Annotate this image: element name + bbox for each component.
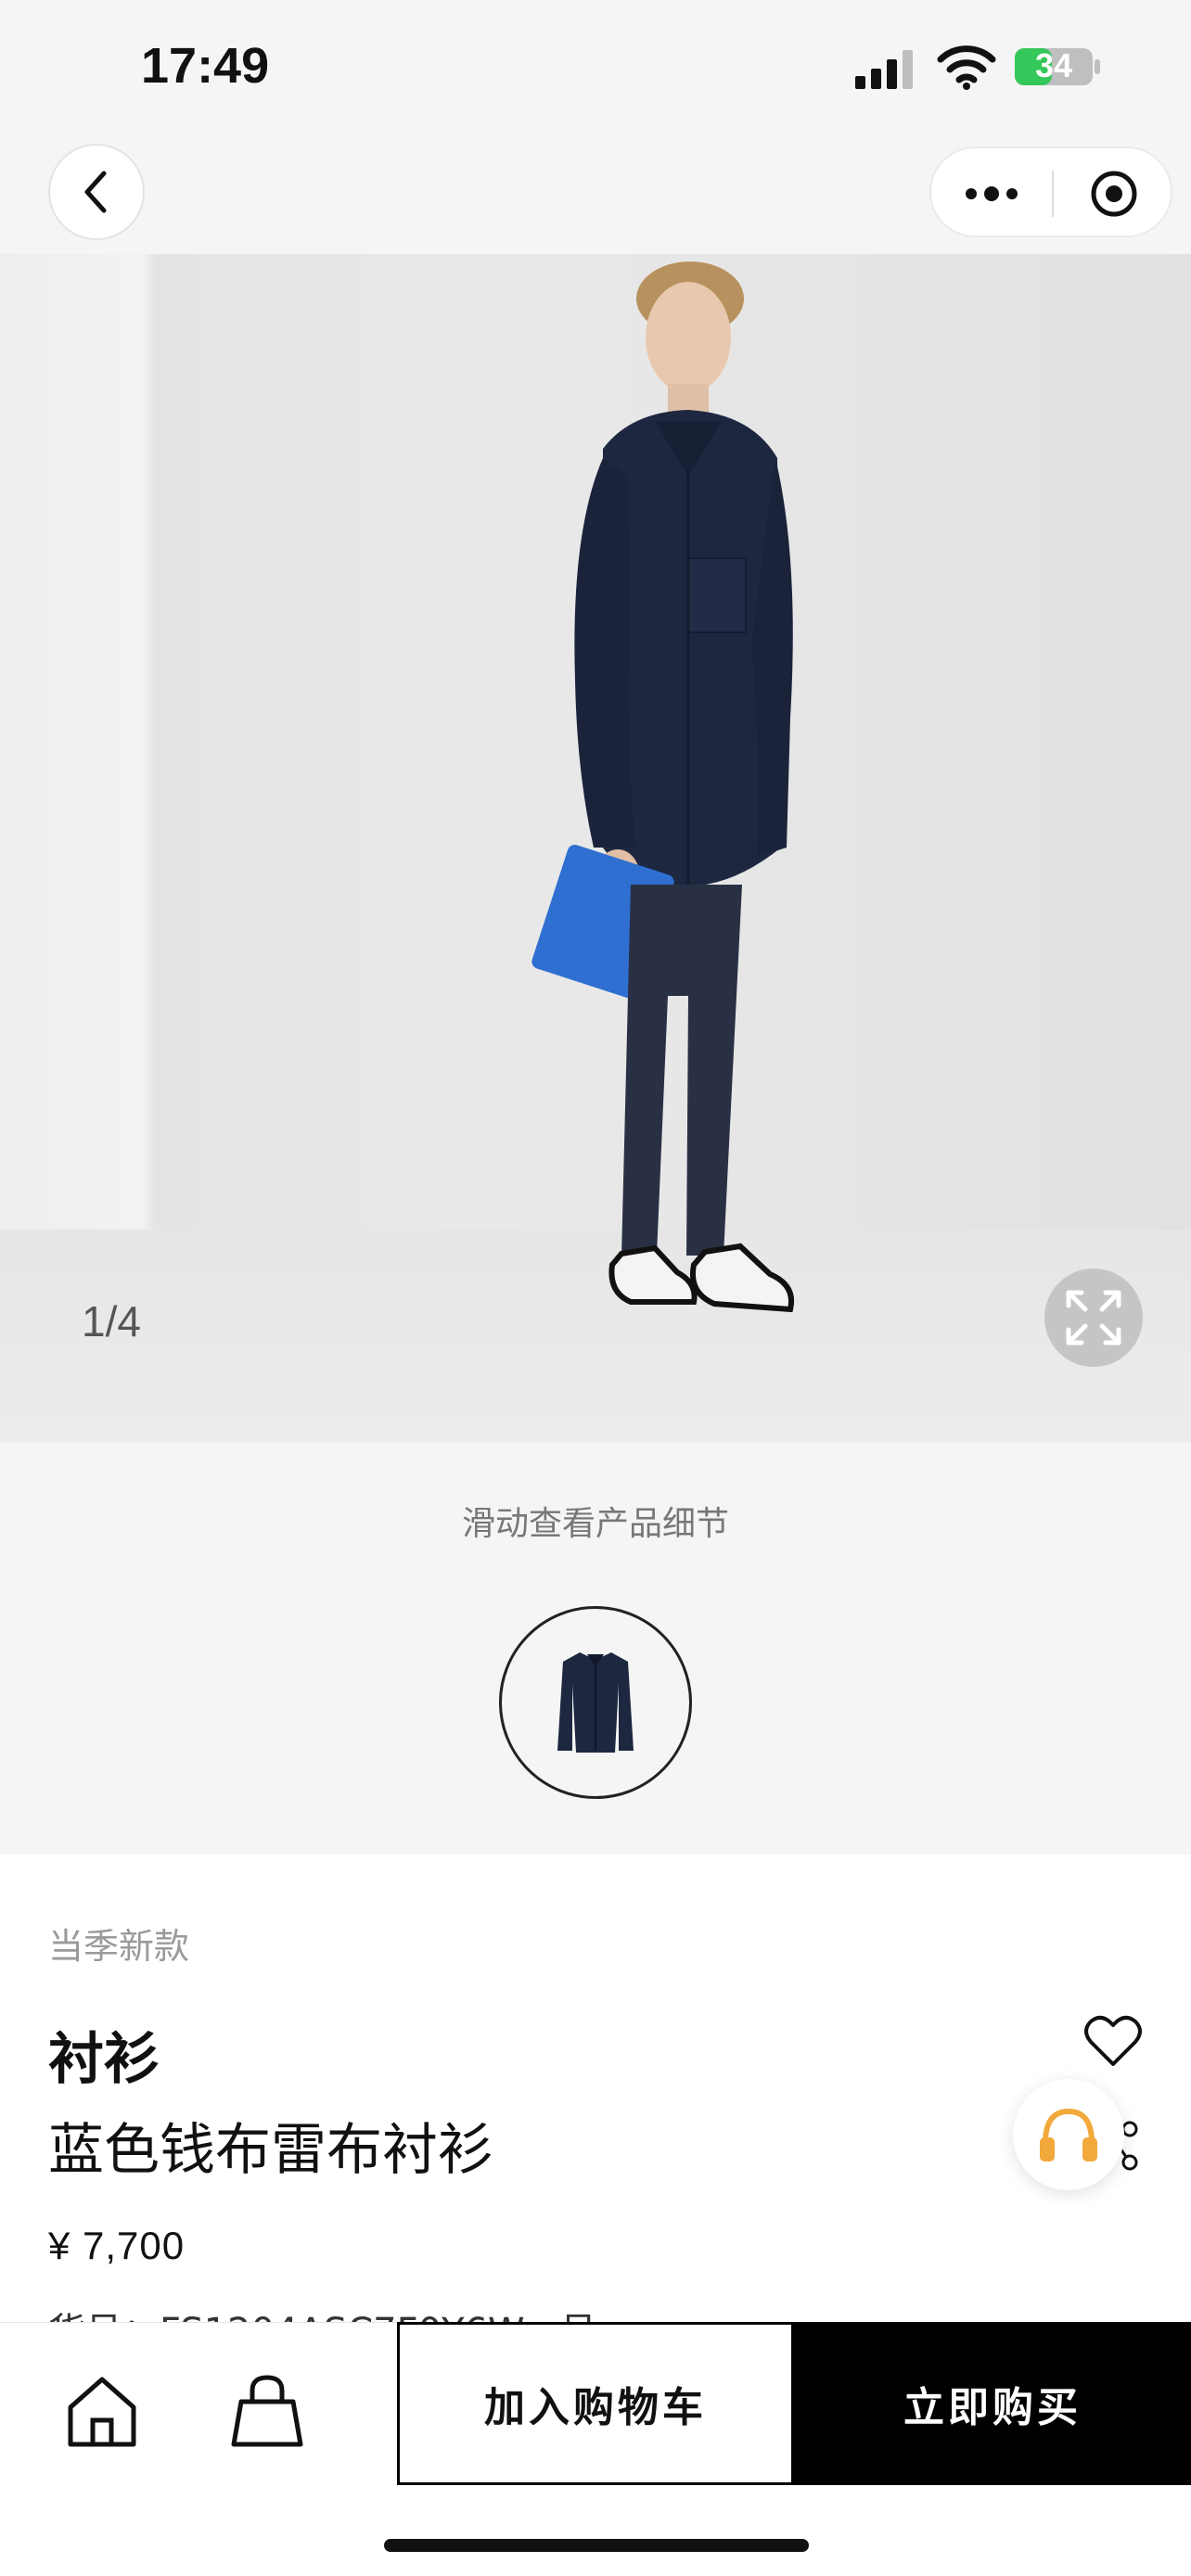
shopping-bag-icon [231,2375,303,2447]
headphones-icon [1040,2108,1097,2162]
more-button[interactable] [931,148,1052,239]
home-indicator [384,2539,809,2552]
buy-now-button[interactable]: 立即购买 [794,2322,1191,2485]
chevron-left-icon [84,171,107,213]
home-icon [68,2377,136,2447]
shirt-thumbnail-image [557,1652,634,1753]
back-button[interactable] [48,144,145,240]
cellular-signal-icon [855,50,913,89]
customer-service-button[interactable] [1013,2079,1124,2190]
product-detail-page: 17:49 34 1/4 滑动查看产品细节 当季新款 衬衫 蓝色钱布雷布衬衫 ¥… [0,0,1191,2576]
more-dots-icon [966,186,1018,201]
status-time: 17:49 [141,38,270,94]
product-name: 蓝色钱布雷布衬衫 [48,2118,493,2183]
home-button[interactable] [58,2366,147,2455]
image-counter: 1/4 [82,1297,141,1345]
add-to-cart-button[interactable]: 加入购物车 [397,2322,794,2485]
product-thumbnail[interactable] [499,1606,692,1799]
product-image-carousel[interactable] [0,254,1191,1443]
close-miniprogram-button[interactable] [1054,148,1174,239]
product-price: ¥ 7,700 [48,2224,186,2267]
target-circle-icon [1091,171,1137,217]
shopping-bag-button[interactable] [223,2366,312,2455]
model-photo [531,261,794,1313]
expand-arrows-icon [1066,1290,1121,1345]
swipe-hint: 滑动查看产品细节 [461,1505,729,1543]
battery-level: 34 [1034,46,1073,84]
fullscreen-button[interactable] [1044,1269,1143,1367]
status-bar: 17:49 34 [0,0,1191,139]
product-category: 衬衫 [48,2027,160,2092]
heart-icon[interactable] [1083,2014,1143,2070]
wifi-icon [937,45,996,90]
miniprogram-capsule [929,147,1172,237]
season-tag: 当季新款 [48,1926,190,1967]
